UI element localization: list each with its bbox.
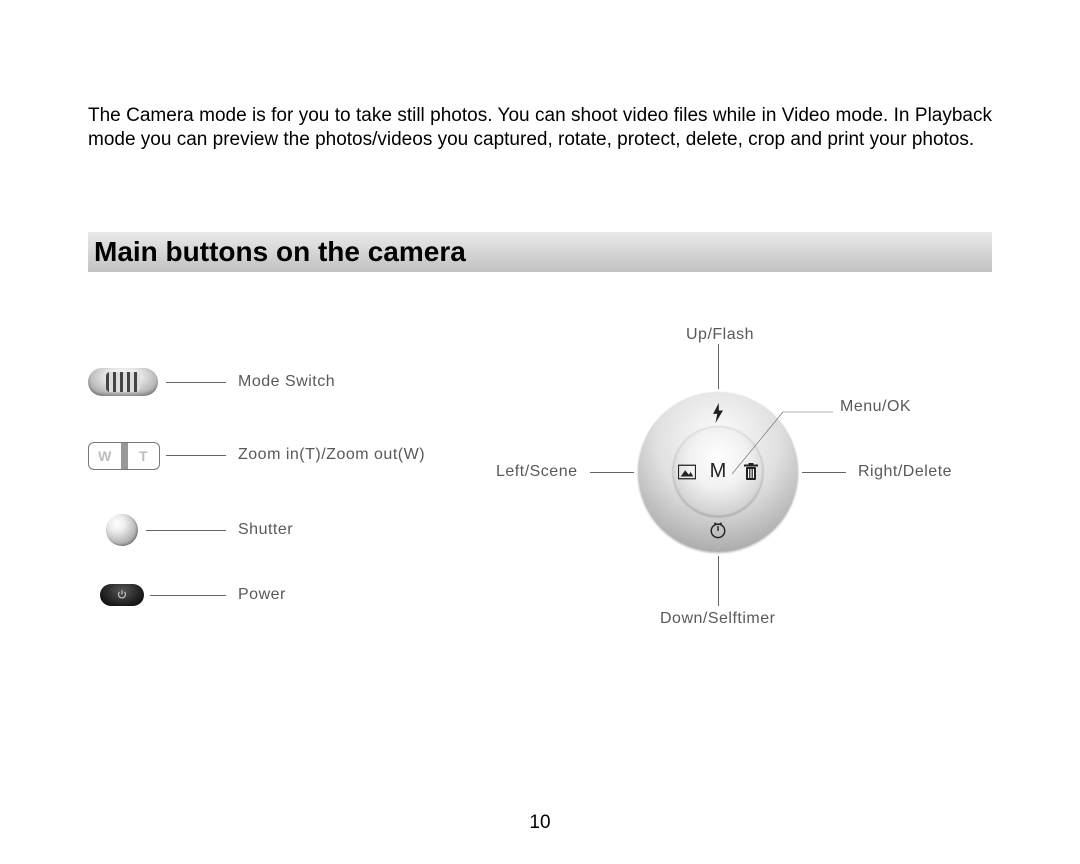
leader-line [718,556,719,606]
zoom-t-letter: T [128,443,160,469]
shutter-button-icon [106,514,138,546]
leader-line [718,344,719,389]
down-selftimer-label: Down/Selftimer [660,610,775,628]
power-button-icon [100,584,144,606]
leader-line [150,595,226,596]
page-number: 10 [0,812,1080,834]
menu-ok-label: Menu/OK [840,398,911,416]
diagram: Mode Switch W T Zoom in(T)/Zoom out(W) S… [88,362,992,662]
leader-line [166,382,226,383]
section-heading: Main buttons on the camera [88,232,992,272]
power-icon [116,589,128,601]
right-delete-label: Right/Delete [858,463,952,481]
zoom-label: Zoom in(T)/Zoom out(W) [238,446,425,464]
leader-line [166,455,226,456]
up-flash-label: Up/Flash [686,326,754,344]
power-label: Power [238,586,286,604]
shutter-label: Shutter [238,521,293,539]
zoom-w-letter: W [89,443,122,469]
leader-line [728,402,848,482]
zoom-button-icon: W T [88,442,160,470]
selftimer-icon [707,519,729,541]
intro-text: The Camera mode is for you to take still… [88,104,992,152]
mode-switch-icon [88,368,158,396]
menu-ok-button-label: M [706,460,730,484]
flash-icon [707,402,729,424]
left-scene-label: Left/Scene [496,463,578,481]
mode-switch-label: Mode Switch [238,373,335,391]
leader-line [590,472,634,473]
leader-line [146,530,226,531]
picture-icon [676,461,698,483]
leader-line [802,472,846,473]
